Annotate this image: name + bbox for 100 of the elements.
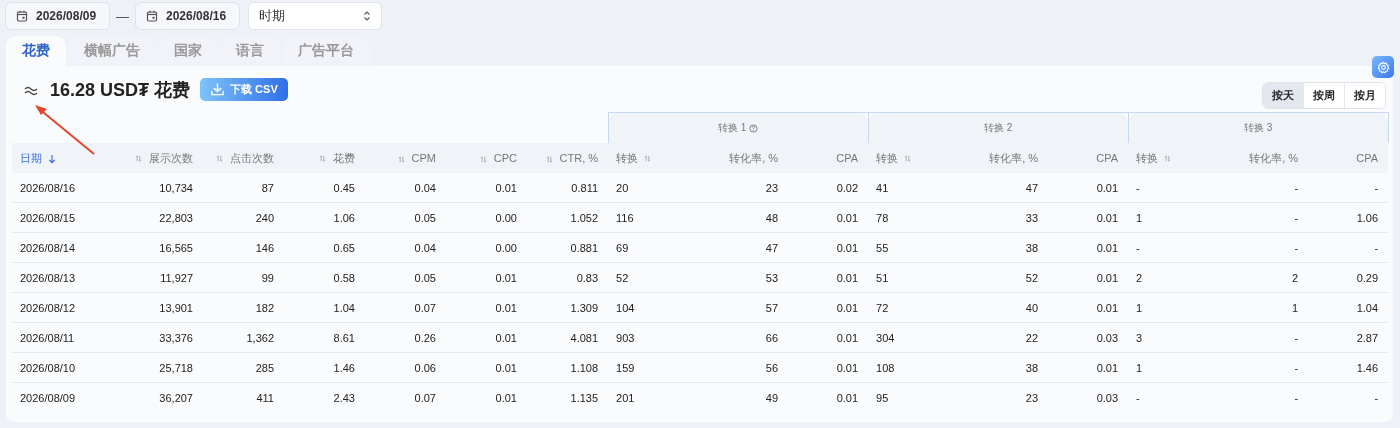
column-header[interactable]: 转化率, %	[942, 143, 1049, 173]
table-cell: 0.26	[365, 322, 446, 353]
table-cell: -	[1308, 173, 1389, 203]
table-cell: 0.01	[1048, 232, 1129, 263]
column-group-header: 转换 2	[868, 112, 1129, 143]
table-cell: 13,901	[122, 292, 203, 323]
table-cell: 0.01	[446, 292, 527, 323]
table-cell: 104	[608, 292, 683, 323]
table-cell: 25,718	[122, 352, 203, 383]
table-cell: 2026/08/10	[12, 352, 122, 383]
column-header[interactable]: 转换	[608, 143, 683, 173]
table-cell: 22	[942, 322, 1049, 353]
table-cell: -	[1308, 382, 1389, 412]
column-header[interactable]: CPC	[446, 143, 527, 173]
table-cell: 2026/08/13	[12, 262, 122, 293]
table-cell: 20	[608, 173, 683, 203]
table-cell: 1.108	[527, 352, 609, 383]
sort-icon	[904, 154, 912, 164]
column-header[interactable]: 花费	[284, 143, 365, 173]
settings-button[interactable]	[1372, 56, 1394, 78]
download-csv-button[interactable]: 下载 CSV	[200, 77, 288, 101]
tab[interactable]: 花费	[6, 36, 66, 66]
settings-icon	[1376, 60, 1390, 74]
help-icon[interactable]	[749, 123, 759, 133]
column-header[interactable]: 转化率, %	[1202, 143, 1309, 173]
table-cell: 10,734	[122, 173, 203, 203]
table-cell: 0.811	[527, 173, 609, 203]
column-header[interactable]: 日期	[12, 143, 122, 173]
table-cell: 0.00	[446, 202, 527, 233]
table-cell: 38	[942, 232, 1049, 263]
table-cell: 0.58	[284, 262, 365, 293]
table-cell: -	[1128, 173, 1203, 203]
column-header[interactable]: 展示次数	[122, 143, 203, 173]
table-cell: 0.06	[365, 352, 446, 383]
column-header[interactable]: CTR, %	[527, 143, 609, 173]
table-cell: 40	[942, 292, 1049, 323]
table-cell: 47	[942, 173, 1049, 203]
table-cell: 1.46	[1308, 352, 1389, 383]
table-cell: 201	[608, 382, 683, 412]
table-cell: 0.01	[788, 202, 869, 233]
download-icon	[210, 81, 226, 97]
table-cell: 0.05	[365, 262, 446, 293]
table-cell: 2026/08/11	[12, 322, 122, 353]
table-cell: 52	[942, 262, 1049, 293]
column-header[interactable]: CPA	[1308, 143, 1389, 173]
table-cell: 49	[682, 382, 789, 412]
table-cell: 1.052	[527, 202, 609, 233]
table-cell: 1.135	[527, 382, 609, 412]
sort-icon	[545, 154, 553, 164]
table-cell: 95	[868, 382, 943, 412]
table-cell: 55	[868, 232, 943, 263]
table-cell: 41	[868, 173, 943, 203]
table-cell: -	[1202, 382, 1309, 412]
table-cell: 47	[682, 232, 789, 263]
table-cell: 51	[868, 262, 943, 293]
period-select[interactable]: 时期	[248, 2, 382, 30]
sort-icon	[318, 154, 326, 164]
table-cell: 57	[682, 292, 789, 323]
calendar-icon	[16, 10, 28, 22]
table-cell: 0.05	[365, 202, 446, 233]
column-header[interactable]: 转化率, %	[682, 143, 789, 173]
table-cell: 0.01	[1048, 173, 1129, 203]
column-header[interactable]: 转换	[868, 143, 943, 173]
table-cell: 69	[608, 232, 683, 263]
table-cell: 285	[203, 352, 284, 383]
table-cell: 108	[868, 352, 943, 383]
table-cell: 2.43	[284, 382, 365, 412]
table-cell: 0.01	[1048, 292, 1129, 323]
table-cell: 36,207	[122, 382, 203, 412]
sort-icon	[1164, 154, 1172, 164]
column-group-header: 转换 3	[1128, 112, 1389, 143]
calendar-icon	[146, 10, 158, 22]
table-cell: 23	[682, 173, 789, 203]
table-cell: 0.29	[1308, 262, 1389, 293]
table-cell: 0.01	[788, 262, 869, 293]
table-cell: -	[1202, 322, 1309, 353]
column-header[interactable]: CPM	[365, 143, 446, 173]
column-header[interactable]: 点击次数	[203, 143, 284, 173]
table-cell: 0.65	[284, 232, 365, 263]
wave-icon[interactable]	[24, 85, 38, 97]
granularity-button[interactable]: 按天	[1263, 82, 1303, 108]
table-cell: 1,362	[203, 322, 284, 353]
granularity-button[interactable]: 按月	[1344, 82, 1385, 108]
table-cell: 1.46	[284, 352, 365, 383]
total-spend-title: 16.28 USD₮ 花费	[50, 79, 191, 102]
table-cell: 0.03	[1048, 382, 1129, 412]
column-header[interactable]: 转换	[1128, 143, 1203, 173]
chevron-updown-icon	[363, 10, 371, 22]
table-cell: 0.04	[365, 173, 446, 203]
date-field[interactable]: 2026/08/16	[135, 2, 240, 30]
table-cell: 53	[682, 262, 789, 293]
table-cell: -	[1202, 202, 1309, 233]
date-field[interactable]: 2026/08/09	[5, 2, 110, 30]
table-cell: 0.01	[1048, 202, 1129, 233]
column-header[interactable]: CPA	[1048, 143, 1129, 173]
column-header[interactable]: CPA	[788, 143, 869, 173]
sort-icon	[397, 154, 405, 164]
table-cell: 11,927	[122, 262, 203, 293]
table-cell: 87	[203, 173, 284, 203]
table-cell: 23	[942, 382, 1049, 412]
